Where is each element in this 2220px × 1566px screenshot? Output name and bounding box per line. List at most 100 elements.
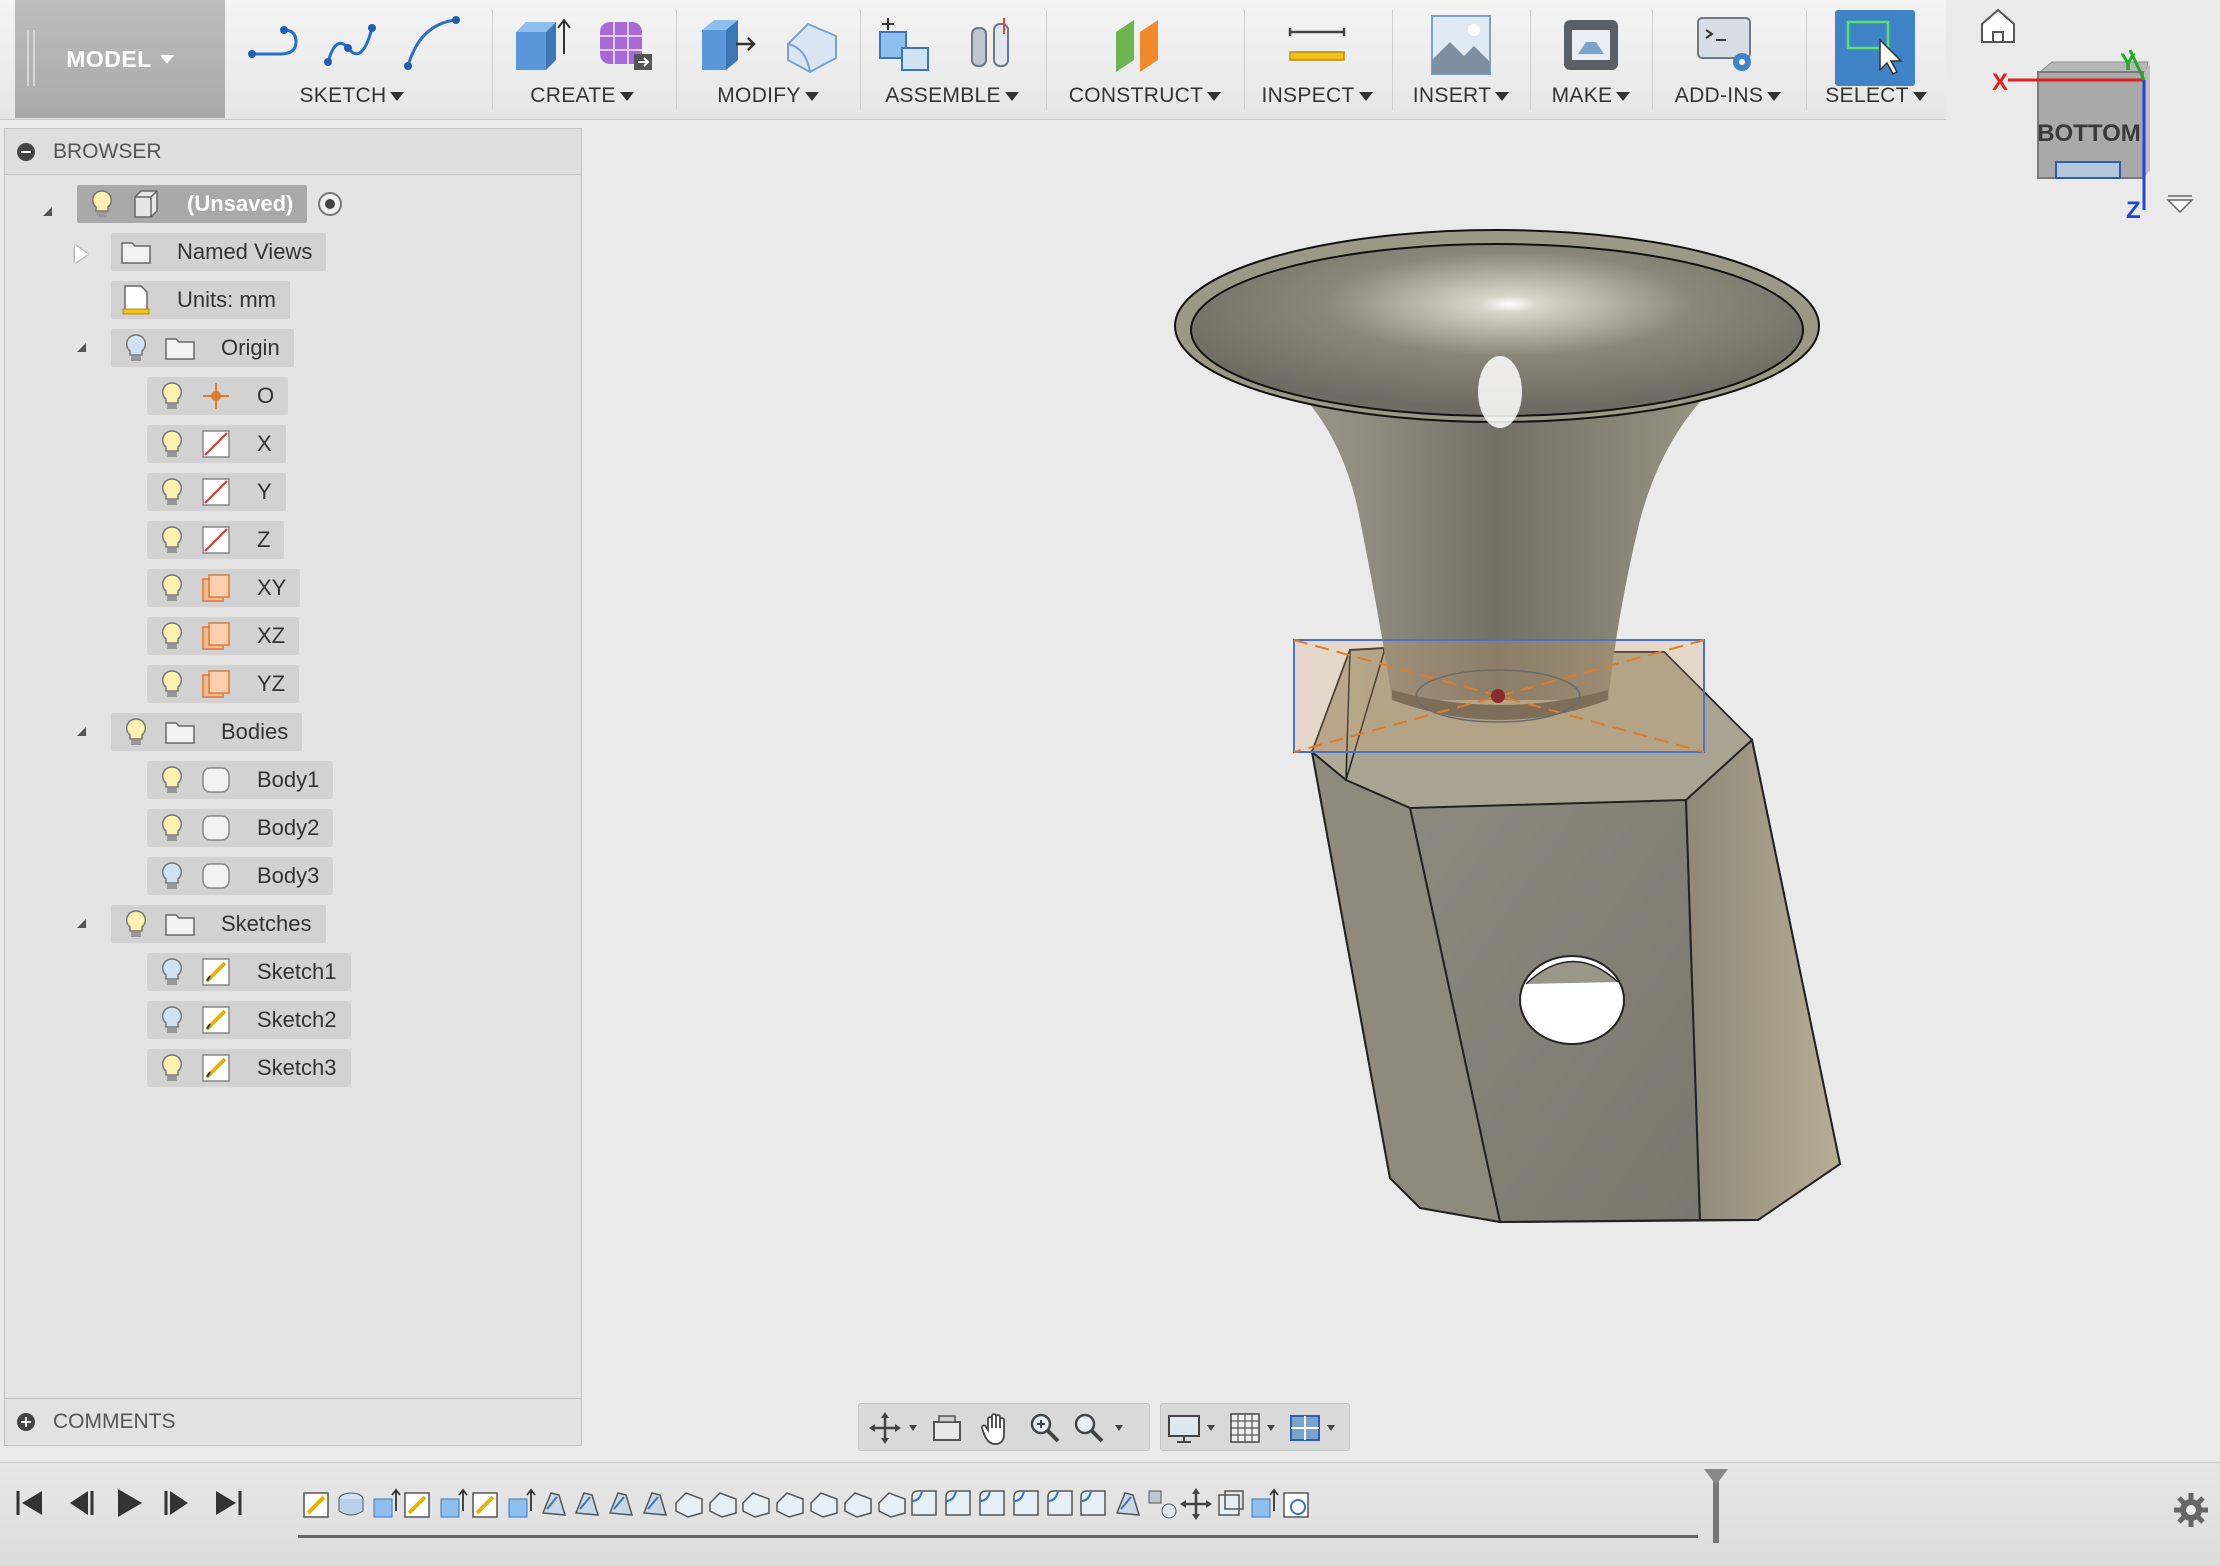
timeline-feature-edit-icon[interactable]: [1111, 1487, 1145, 1521]
timeline-track[interactable]: [298, 1535, 1698, 1538]
timeline-feature-edit-icon[interactable]: [570, 1487, 604, 1521]
insert-menu[interactable]: INSERT: [1400, 0, 1522, 118]
line-sketch-icon[interactable]: [244, 14, 306, 76]
timeline-feature-sketch-icon[interactable]: [469, 1487, 503, 1521]
lightbulb-icon[interactable]: [155, 859, 189, 893]
fillet-icon[interactable]: [780, 14, 842, 76]
3d-print-icon[interactable]: [1560, 14, 1622, 76]
tree-root[interactable]: (Unsaved): [77, 185, 345, 223]
expand-triangle-icon[interactable]: [75, 245, 88, 263]
inspect-menu[interactable]: INSPECT: [1250, 0, 1384, 118]
lightbulb-icon[interactable]: [119, 907, 153, 941]
form-icon[interactable]: [594, 14, 656, 76]
joint-icon[interactable]: [964, 14, 1026, 76]
lightbulb-icon[interactable]: [155, 667, 189, 701]
tree-named-views[interactable]: Named Views: [111, 233, 327, 271]
timeline-feature-plane-icon[interactable]: [739, 1487, 773, 1521]
timeline-feature-extrude-icon[interactable]: [503, 1487, 537, 1521]
view-cube[interactable]: BOTTOM X Y Z: [1980, 0, 2220, 230]
orbit-icon[interactable]: [867, 1410, 923, 1446]
collapse-icon[interactable]: [17, 142, 35, 161]
timeline-feature-plane-icon[interactable]: [841, 1487, 875, 1521]
sketch-menu[interactable]: SKETCH: [232, 0, 472, 118]
expand-triangle-icon[interactable]: [77, 919, 86, 928]
tree-axis-y[interactable]: Y: [147, 473, 286, 511]
fit-zoom-icon[interactable]: [1071, 1410, 1133, 1446]
timeline-feature-fillet-icon[interactable]: [942, 1487, 976, 1521]
view-options-icon[interactable]: [2166, 195, 2194, 214]
tree-origin-point[interactable]: O: [147, 377, 289, 415]
timeline-feature-edit-icon[interactable]: [537, 1487, 571, 1521]
display-settings-icon[interactable]: [1167, 1410, 1223, 1446]
press-pull-icon[interactable]: [696, 14, 758, 76]
arc-sketch-icon[interactable]: [400, 14, 462, 76]
lightbulb-icon[interactable]: [155, 475, 189, 509]
timeline-feature-extrude-icon[interactable]: [435, 1487, 469, 1521]
tree-body-1[interactable]: Body1: [147, 761, 334, 799]
lightbulb-icon[interactable]: [155, 1051, 189, 1085]
grid-settings-icon[interactable]: [1229, 1410, 1285, 1446]
construct-menu[interactable]: CONSTRUCT: [1054, 0, 1236, 118]
browser-header[interactable]: BROWSER: [5, 129, 581, 175]
expand-triangle-icon[interactable]: [77, 727, 86, 736]
offset-plane-icon[interactable]: [1110, 14, 1172, 76]
last-icon[interactable]: [210, 1485, 246, 1521]
make-menu[interactable]: MAKE: [1536, 0, 1646, 118]
lightbulb-icon[interactable]: [155, 955, 189, 989]
model-body-base[interactable]: [1310, 646, 1842, 1224]
timeline-feature-plane-icon[interactable]: [807, 1487, 841, 1521]
tree-sketch-3[interactable]: Sketch3: [147, 1049, 351, 1087]
tree-plane-yz[interactable]: YZ: [147, 665, 300, 703]
viewports-icon[interactable]: [1289, 1410, 1345, 1446]
timeline-feature-fillet-icon[interactable]: [908, 1487, 942, 1521]
tree-axis-z[interactable]: Z: [147, 521, 285, 559]
timeline-feature-sketch-icon[interactable]: [401, 1487, 435, 1521]
assemble-menu[interactable]: ASSEMBLE: [868, 0, 1036, 118]
toolbar-grip[interactable]: [27, 30, 35, 86]
spline-sketch-icon[interactable]: [322, 14, 384, 76]
zoom-icon[interactable]: [1027, 1410, 1061, 1446]
first-icon[interactable]: [12, 1485, 48, 1521]
lightbulb-icon[interactable]: [155, 523, 189, 557]
insert-image-icon[interactable]: [1430, 14, 1492, 76]
measure-icon[interactable]: [1286, 14, 1348, 76]
timeline-feature-edit-icon[interactable]: [638, 1487, 672, 1521]
tree-body-3[interactable]: Body3: [147, 857, 334, 895]
timeline-feature-joint-icon[interactable]: [1145, 1487, 1179, 1521]
lightbulb-icon[interactable]: [155, 811, 189, 845]
timeline-marker[interactable]: [1713, 1473, 1719, 1543]
scripts-addins-icon[interactable]: [1696, 14, 1758, 76]
addins-menu[interactable]: ADD-INS: [1658, 0, 1798, 118]
tree-plane-xy[interactable]: XY: [147, 569, 301, 607]
model-body-horn[interactable]: [1174, 229, 1820, 720]
tree-origin-folder[interactable]: Origin: [111, 329, 294, 367]
expand-triangle-icon[interactable]: [77, 343, 86, 352]
look-at-icon[interactable]: [931, 1410, 965, 1446]
timeline-feature-edit-icon[interactable]: [604, 1487, 638, 1521]
timeline-feature-extrude-icon[interactable]: [1246, 1487, 1280, 1521]
timeline-feature-sketch-icon[interactable]: [300, 1487, 334, 1521]
selected-sketch-profile[interactable]: [1293, 639, 1705, 753]
tree-sketches-folder[interactable]: Sketches: [111, 905, 326, 943]
previous-icon[interactable]: [62, 1485, 98, 1521]
play-icon[interactable]: [110, 1485, 146, 1521]
tree-plane-xz[interactable]: XZ: [147, 617, 300, 655]
timeline-feature-fillet-icon[interactable]: [1044, 1487, 1078, 1521]
tree-sketch-2[interactable]: Sketch2: [147, 1001, 351, 1039]
timeline-feature-extrude-icon[interactable]: [368, 1487, 402, 1521]
timeline-feature-plane-icon[interactable]: [706, 1487, 740, 1521]
home-icon[interactable]: [1981, 8, 2015, 43]
expand-icon[interactable]: [17, 1413, 35, 1431]
timeline-feature-fillet-icon[interactable]: [1077, 1487, 1111, 1521]
workspace-switcher[interactable]: MODEL: [15, 0, 225, 118]
lightbulb-icon[interactable]: [155, 763, 189, 797]
mounting-hole[interactable]: [1519, 955, 1625, 1045]
timeline-feature-move-icon[interactable]: [1179, 1487, 1213, 1521]
comments-panel[interactable]: COMMENTS: [4, 1398, 582, 1446]
tree-axis-x[interactable]: X: [147, 425, 286, 463]
modify-menu[interactable]: MODIFY: [684, 0, 852, 118]
expand-triangle-icon[interactable]: [43, 207, 52, 216]
tree-sketch-1[interactable]: Sketch1: [147, 953, 351, 991]
timeline-feature-fillet-icon[interactable]: [1010, 1487, 1044, 1521]
activate-radio-icon[interactable]: [315, 189, 345, 219]
